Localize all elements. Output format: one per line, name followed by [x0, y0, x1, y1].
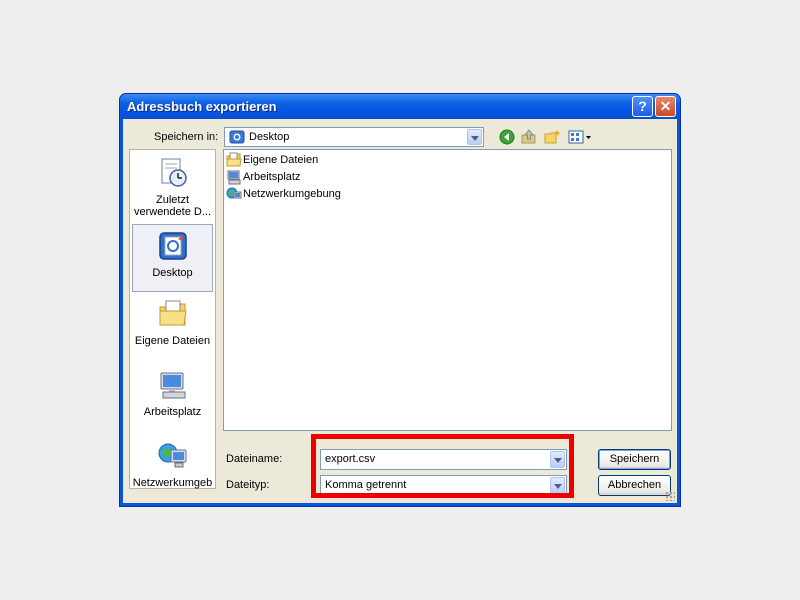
save-in-label: Speichern in:	[154, 131, 219, 143]
place-desktop[interactable]: Desktop	[132, 224, 213, 292]
window-title: Adressbuch exportieren	[127, 99, 277, 114]
cancel-button[interactable]: Abbrechen	[598, 475, 671, 496]
resize-grip[interactable]	[665, 491, 675, 501]
save-button[interactable]: Speichern	[598, 449, 671, 470]
filename-label: Dateiname:	[226, 453, 283, 465]
place-network-label: Netzwerkumgeb	[132, 477, 213, 489]
place-desktop-label: Desktop	[152, 267, 193, 279]
back-icon[interactable]	[499, 129, 515, 148]
network-places-icon	[226, 186, 242, 205]
location-value: Desktop	[249, 131, 290, 143]
place-my-computer-label: Arbeitsplatz	[143, 406, 202, 418]
network-places-icon	[132, 440, 213, 475]
my-computer-icon	[132, 369, 213, 404]
place-my-documents[interactable]: Eigene Dateien	[132, 298, 213, 360]
file-list[interactable]: Eigene Dateien Arbeitsplatz Netzwerkumge…	[223, 149, 672, 431]
location-dropdown[interactable]: Desktop	[224, 127, 484, 147]
highlight-box	[311, 434, 574, 498]
views-menu-icon[interactable]	[568, 129, 592, 148]
dialog-body: Speichern in: Desktop Zuletzt verwendete…	[123, 119, 677, 503]
place-recent-label: Zuletzt verwendete D...	[133, 194, 212, 218]
file-name: Arbeitsplatz	[243, 171, 301, 183]
chevron-down-icon[interactable]	[467, 129, 482, 145]
places-bar: Zuletzt verwendete D... Desktop Eigene D…	[129, 149, 216, 489]
new-folder-icon[interactable]	[544, 129, 560, 148]
place-recent[interactable]: Zuletzt verwendete D...	[132, 157, 213, 219]
place-my-documents-label: Eigene Dateien	[134, 335, 211, 347]
recent-documents-icon	[132, 157, 213, 192]
close-button[interactable]: ✕	[655, 96, 676, 117]
place-network[interactable]: Netzwerkumgeb	[132, 440, 213, 489]
file-name: Netzwerkumgebung	[243, 188, 341, 200]
title-bar[interactable]: Adressbuch exportieren ? ✕	[120, 94, 680, 119]
help-button[interactable]: ?	[632, 96, 653, 117]
up-folder-icon[interactable]	[521, 129, 537, 148]
desktop-icon	[133, 230, 212, 265]
place-my-computer[interactable]: Arbeitsplatz	[132, 369, 213, 431]
export-dialog: Adressbuch exportieren ? ✕ Speichern in:…	[119, 93, 681, 507]
filetype-label: Dateityp:	[226, 479, 270, 491]
file-name: Eigene Dateien	[243, 154, 319, 166]
my-documents-icon	[132, 298, 213, 333]
desktop-icon	[229, 129, 245, 148]
